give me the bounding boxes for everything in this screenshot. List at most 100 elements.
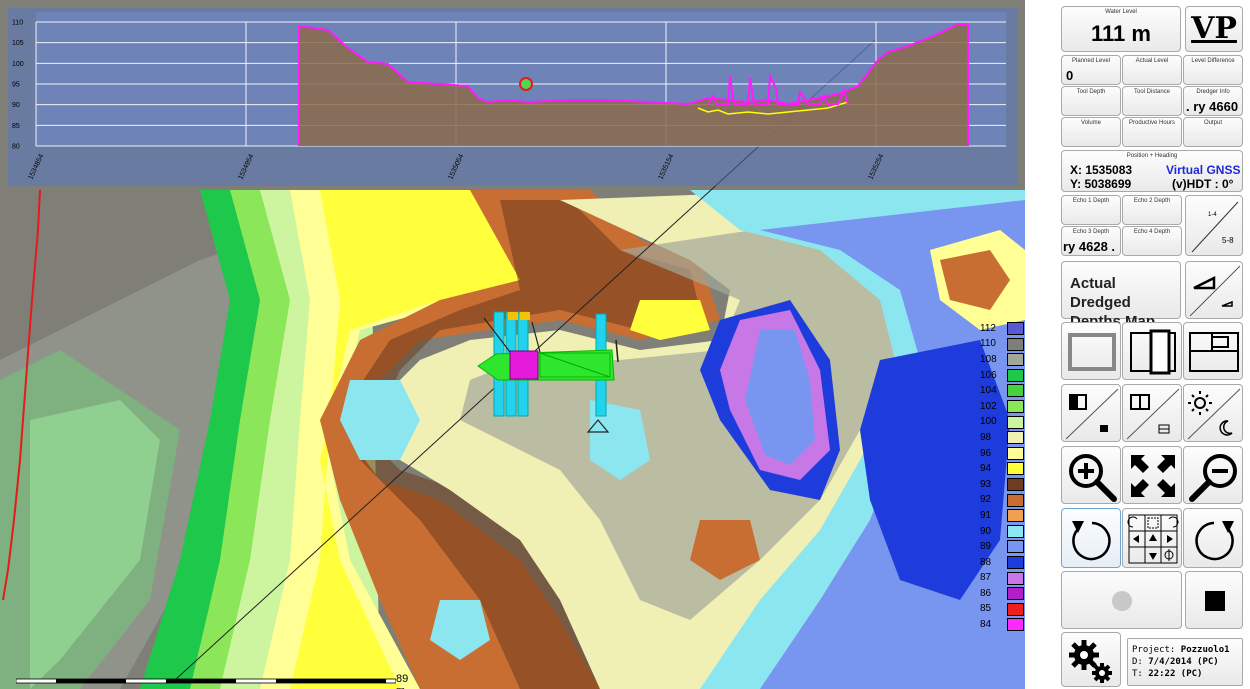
profile-y-tick: 80 [12, 144, 20, 151]
rotate-ccw-icon [1072, 521, 1111, 561]
actual-level-cell[interactable]: Actual Level [1122, 55, 1182, 85]
vp-logo[interactable]: VP [1185, 6, 1243, 52]
legend-swatch [1007, 462, 1024, 476]
zoom-in-button[interactable] [1061, 446, 1121, 504]
legend-swatch [1007, 477, 1024, 491]
layout-single-button[interactable] [1061, 322, 1121, 380]
legend-item: 102 [980, 399, 1024, 415]
tool-distance-cell[interactable]: Tool Distance [1122, 86, 1182, 116]
rotate-cw-icon [1195, 521, 1234, 561]
depth-legend: 112 110 108 106 104 102 100 98 96 94 93 92 91 90 89 88 8… [980, 321, 1024, 633]
project-time: 22:22 (PC) [1148, 669, 1203, 679]
legend-swatch [1007, 368, 1024, 382]
legend-label: 90 [980, 525, 992, 537]
profile-y-tick: 105 [12, 40, 24, 47]
legend-swatch [1007, 384, 1024, 398]
pan-rotate-controls[interactable] [1122, 508, 1182, 568]
legend-item: 91 [980, 508, 1024, 524]
legend-swatch [1007, 602, 1024, 616]
layout-split-vertical-button[interactable] [1122, 322, 1182, 380]
zoom-extents-button[interactable] [1122, 446, 1182, 504]
zoom-out-button[interactable] [1183, 446, 1243, 504]
water-level-display[interactable]: Water Level 111 m [1061, 6, 1181, 52]
legend-swatch [1007, 524, 1024, 538]
overlay-toggle-button[interactable] [1061, 384, 1121, 442]
profile-y-tick: 110 [12, 20, 23, 27]
profile-x-tick: 1534954 [237, 153, 255, 181]
legend-item: 85 [980, 602, 1024, 618]
legend-swatch [1007, 446, 1024, 460]
layout-quad-button[interactable] [1183, 322, 1243, 380]
legend-swatch [1007, 618, 1024, 632]
rotate-left-button[interactable] [1061, 508, 1121, 568]
bathymetry-map[interactable]: 110 105 100 95 90 85 80 1534854 1534954 1535054 1… [0, 0, 1025, 689]
planned-level-cell[interactable]: Planned Level 0 [1061, 55, 1121, 85]
position-source: Virtual GNSS [1166, 163, 1241, 177]
zoom-out-icon [1189, 454, 1237, 502]
output-cell[interactable]: Output [1183, 117, 1243, 147]
legend-swatch [1007, 493, 1024, 507]
legend-item: 89 [980, 539, 1024, 555]
diagonal-split-icon [1191, 201, 1239, 253]
legend-swatch [1007, 322, 1024, 335]
echo2-cell[interactable]: Echo 2 Depth [1122, 195, 1182, 225]
legend-label: 89 [980, 541, 992, 553]
legend-item: 84 [980, 617, 1024, 633]
day-night-toggle-button[interactable] [1183, 384, 1243, 442]
echo3-value: ry 4628 . [1063, 239, 1116, 254]
map-type-button[interactable]: Actual Dredged Depths Map [1061, 261, 1181, 330]
profile-x-tick: 1535254 [867, 153, 885, 181]
rotate-right-button[interactable] [1183, 508, 1243, 568]
split-toggle-button[interactable] [1122, 384, 1182, 442]
stop-button[interactable] [1185, 571, 1243, 629]
split-toggle-icon [1126, 388, 1180, 440]
settings-button[interactable] [1061, 632, 1121, 687]
echo-range-toggle[interactable]: 1-4 5-8 [1185, 195, 1243, 256]
legend-label: 108 [980, 353, 997, 365]
volume-cell[interactable]: Volume [1061, 117, 1121, 147]
water-level-title: Water Level [1105, 9, 1137, 15]
profile-y-tick: 85 [12, 123, 20, 130]
legend-item: 93 [980, 477, 1024, 493]
legend-label: 94 [980, 463, 992, 475]
legend-label: 96 [980, 447, 992, 459]
legend-item: 92 [980, 493, 1024, 509]
legend-item: 87 [980, 571, 1024, 587]
legend-label: 106 [980, 369, 997, 381]
project-name: Pozzuolo1 [1180, 645, 1230, 655]
heading-value: (v)HDT : 0° [1172, 177, 1234, 191]
tool-depth-cell[interactable]: Tool Depth [1061, 86, 1121, 116]
legend-swatch [1007, 555, 1024, 569]
record-button[interactable] [1061, 571, 1182, 629]
stop-square-icon [1205, 591, 1225, 611]
productive-hours-cell[interactable]: Productive Hours [1122, 117, 1182, 147]
legend-label: 93 [980, 478, 992, 490]
pan-rotate-icon [1127, 514, 1179, 564]
level-difference-cell[interactable]: Level Difference [1183, 55, 1243, 85]
echo3-cell[interactable]: Echo 3 Depth ry 4628 . [1061, 226, 1121, 256]
legend-label: 104 [980, 385, 997, 397]
legend-label: 98 [980, 431, 992, 443]
legend-label: 102 [980, 400, 997, 412]
single-pane-icon [1068, 333, 1116, 371]
legend-label: 100 [980, 416, 997, 428]
slope-toggle-button[interactable] [1185, 261, 1243, 319]
legend-swatch [1007, 353, 1024, 367]
profile-y-tick: 90 [12, 102, 20, 109]
position-heading-display[interactable]: Position + Heading X: 1535083 Y: 5038699… [1061, 150, 1243, 192]
echo1-cell[interactable]: Echo 1 Depth [1061, 195, 1121, 225]
position-y: Y: 5038699 [1070, 177, 1132, 191]
legend-label: 87 [980, 572, 992, 584]
expand-arrows-icon [1131, 455, 1175, 497]
profile-x-tick: 1534854 [27, 153, 45, 181]
depth-profile-chart: 110 105 100 95 90 85 80 1534854 1534954 1535054 1… [12, 12, 1006, 181]
project-info-panel: Project: Pozzuolo1 D: 7/4/2014 (PC) T: 2… [1127, 638, 1243, 686]
echo4-cell[interactable]: Echo 4 Depth [1122, 226, 1182, 256]
split-vertical-icon [1130, 329, 1176, 375]
legend-label: 112 [980, 322, 996, 334]
planned-level-value: 0 [1066, 68, 1074, 83]
legend-label: 85 [980, 603, 992, 615]
gears-icon [1069, 640, 1112, 683]
legend-label: 86 [980, 587, 992, 599]
dredger-info-cell[interactable]: Dredger Info ry 4660 . [1183, 86, 1243, 116]
